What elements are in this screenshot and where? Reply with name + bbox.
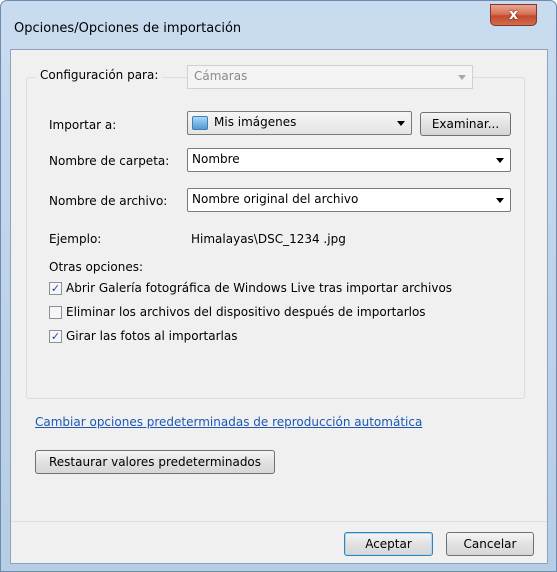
example-label: Ejemplo: [49,232,102,246]
checkmark-icon: ✓ [50,329,61,343]
cancel-button[interactable]: Cancelar [446,532,534,556]
config-for-select: Cámaras [187,65,473,89]
config-for-label: Configuración para: [36,68,163,82]
close-button[interactable]: x [490,4,537,26]
chevron-down-icon [458,75,466,80]
option-label: Eliminar los archivos del dispositivo de… [66,305,426,319]
window-title: Opciones/Opciones de importación [14,21,242,36]
import-to-value: Mis imágenes [214,115,297,129]
option-rotate-photos[interactable]: ✓ Girar las fotos al importarlas [49,329,237,343]
file-name-select[interactable]: Nombre original del archivo [187,188,511,212]
restore-defaults-button[interactable]: Restaurar valores predeterminados [35,450,275,474]
checkmark-icon: ✓ [50,281,61,295]
browse-button[interactable]: Examinar... [420,112,511,136]
option-label: Abrir Galería fotográfica de Windows Liv… [66,281,453,295]
chevron-down-icon [397,121,405,126]
pictures-folder-icon [192,115,208,130]
file-name-value: Nombre original del archivo [192,192,359,206]
checkbox-rotate-photos[interactable]: ✓ [49,329,62,343]
checkbox-delete-files[interactable] [49,305,62,319]
close-icon: x [508,7,519,23]
import-to-select[interactable]: Mis imágenes [187,111,412,135]
folder-name-value: Nombre [192,152,240,166]
option-label: Girar las fotos al importarlas [66,329,238,343]
option-open-gallery[interactable]: ✓ Abrir Galería fotográfica de Windows L… [49,281,452,295]
chevron-down-icon [496,198,504,203]
import-to-label: Importar a: [49,118,117,132]
ok-button[interactable]: Aceptar [344,532,433,556]
folder-name-select[interactable]: Nombre [187,148,511,172]
other-options-label: Otras opciones: [49,260,144,274]
option-delete-files[interactable]: Eliminar los archivos del dispositivo de… [49,305,426,319]
chevron-down-icon [496,158,504,163]
autoplay-settings-link[interactable]: Cambiar opciones predeterminadas de repr… [35,415,422,429]
example-value: Himalayas\DSC_1234 .jpg [191,232,346,246]
checkbox-open-gallery[interactable]: ✓ [49,281,62,295]
file-name-label: Nombre de archivo: [49,194,168,208]
folder-name-label: Nombre de carpeta: [49,154,170,168]
import-options-dialog: Opciones/Opciones de importación x Confi… [0,0,557,572]
config-for-value: Cámaras [194,69,248,83]
